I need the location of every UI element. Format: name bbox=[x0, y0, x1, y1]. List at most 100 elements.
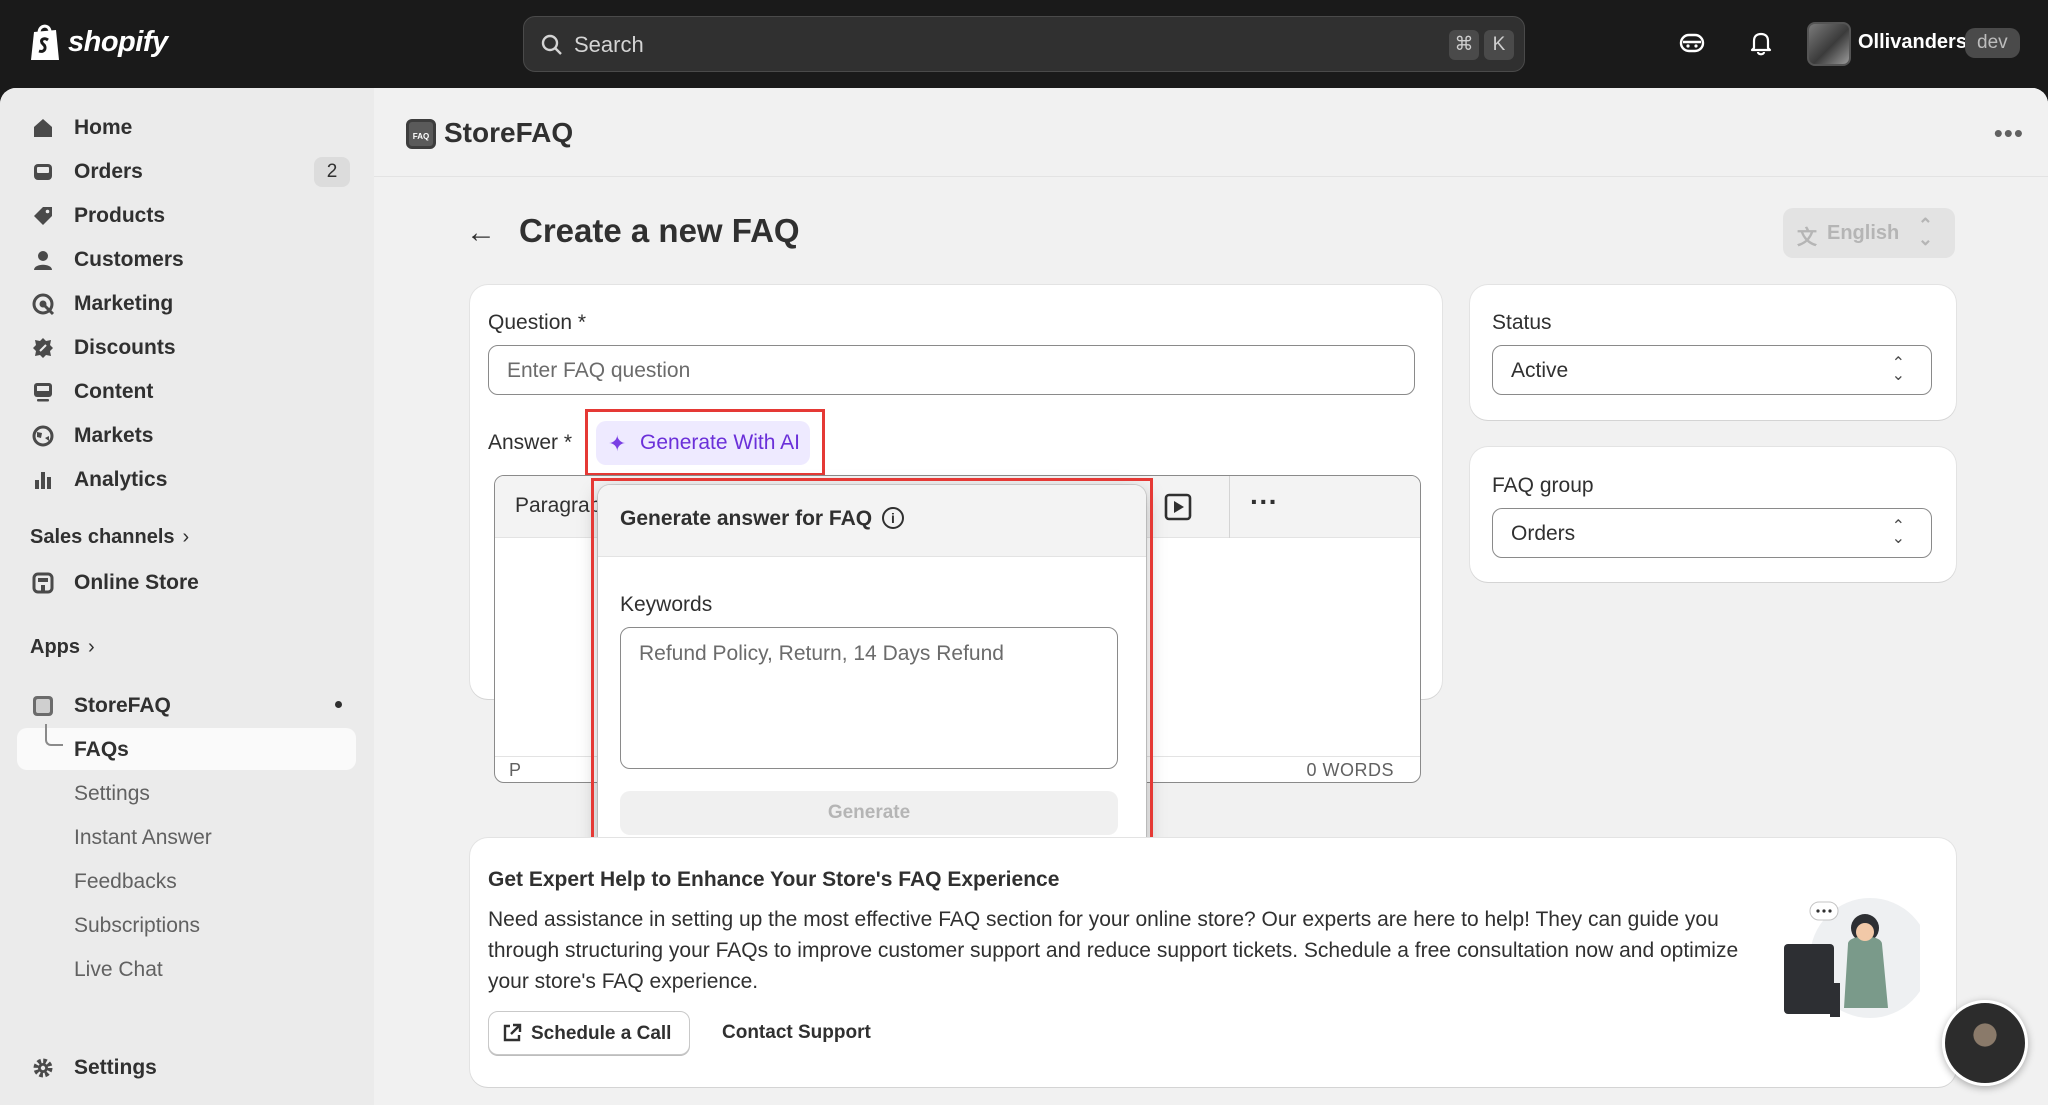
sidebar-item-content[interactable]: Content bbox=[17, 370, 356, 412]
sidebar-item-label: Marketing bbox=[74, 292, 174, 315]
sidebar-item-subscriptions[interactable]: Subscriptions bbox=[17, 904, 356, 946]
sidebar-item-storefaq[interactable]: StoreFAQ bbox=[17, 684, 356, 726]
sidebar-item-label: Orders bbox=[74, 160, 143, 183]
chevron-right-icon: › bbox=[88, 636, 95, 658]
admin-shell: Home Orders 2 Products Customers Marketi… bbox=[0, 88, 2048, 1105]
faq-group-value: Orders bbox=[1511, 522, 1576, 545]
sidebar-item-label: Products bbox=[74, 204, 166, 227]
sidebar-item-label: FAQs bbox=[74, 738, 129, 761]
more-tools-icon[interactable]: ··· bbox=[1250, 486, 1278, 518]
language-value: English bbox=[1827, 222, 1900, 244]
faq-group-select[interactable]: Orders ⌃ ⌄ bbox=[1492, 508, 1932, 558]
sidebar-item-settings[interactable]: Settings bbox=[17, 1046, 356, 1088]
sidebar-item-feedbacks[interactable]: Feedbacks bbox=[17, 860, 356, 902]
toolbar-divider bbox=[1229, 476, 1230, 538]
sidebar-item-analytics[interactable]: Analytics bbox=[17, 458, 356, 500]
sidebar-item-orders[interactable]: Orders 2 bbox=[17, 150, 356, 192]
faq-group-card: FAQ group Orders ⌃ ⌄ bbox=[1470, 447, 1956, 582]
storefaq-logo-icon: FAQ bbox=[406, 119, 436, 149]
app-header: FAQ StoreFAQ ••• bbox=[374, 88, 2048, 177]
orders-count-badge: 2 bbox=[314, 157, 350, 187]
sidebar-item-home[interactable]: Home bbox=[17, 106, 356, 148]
more-actions-icon[interactable]: ••• bbox=[1994, 118, 2024, 149]
bar-chart-icon bbox=[35, 472, 51, 489]
pinned-dot-icon bbox=[335, 701, 342, 708]
live-chat-avatar-button[interactable] bbox=[1942, 1000, 2028, 1086]
sidebar-item-label: Settings bbox=[74, 1056, 157, 1079]
apps-label: Apps bbox=[30, 636, 80, 658]
orders-icon bbox=[34, 164, 52, 180]
search-bar[interactable]: Search ⌘ K bbox=[523, 16, 1525, 72]
back-arrow-icon[interactable]: ← bbox=[466, 216, 496, 250]
sidebar-item-discounts[interactable]: Discounts bbox=[17, 326, 356, 368]
faq-group-label: FAQ group bbox=[1492, 474, 1594, 497]
store-name[interactable]: Ollivanders bbox=[1858, 31, 1967, 54]
external-link-icon bbox=[503, 1023, 522, 1042]
sidebar-item-label: Discounts bbox=[74, 336, 176, 359]
answer-label: Answer * bbox=[488, 431, 573, 454]
expert-help-body: Need assistance in setting up the most e… bbox=[488, 908, 1739, 993]
sidebar-item-markets[interactable]: Markets bbox=[17, 414, 356, 456]
translate-icon: 文 bbox=[1797, 227, 1817, 249]
select-arrows-icon: ⌃ ⌄ bbox=[1917, 215, 1933, 249]
top-bar: shopify Search ⌘ K Ollivanders dev bbox=[0, 0, 2048, 88]
sales-channels-label: Sales channels bbox=[30, 526, 175, 548]
sidebar-item-label: Home bbox=[74, 116, 133, 139]
sidebar-item-customers[interactable]: Customers bbox=[17, 238, 356, 280]
sidebar-item-label: Online Store bbox=[74, 571, 199, 594]
question-placeholder: Enter FAQ question bbox=[507, 359, 691, 382]
sidebar-item-label: Settings bbox=[74, 782, 150, 805]
schedule-call-button[interactable]: Schedule a Call bbox=[488, 1011, 690, 1055]
tag-icon bbox=[34, 207, 52, 225]
sidebar-item-label: Content bbox=[74, 380, 154, 403]
question-label: Question * bbox=[488, 311, 587, 334]
question-input[interactable]: Enter FAQ question bbox=[488, 345, 1415, 395]
highlight-box bbox=[585, 409, 825, 476]
sidebar-item-label: Markets bbox=[74, 424, 154, 447]
element-path: P bbox=[509, 760, 522, 780]
apps-heading[interactable]: Apps › bbox=[30, 636, 95, 659]
brand-wordmark: shopify bbox=[68, 25, 168, 58]
sidekick-icon[interactable] bbox=[1677, 28, 1707, 58]
sidebar-item-label: StoreFAQ bbox=[74, 694, 171, 717]
sidebar-item-online-store[interactable]: Online Store bbox=[17, 561, 356, 603]
home-icon bbox=[34, 119, 52, 137]
chevron-right-icon: › bbox=[182, 526, 190, 548]
bell-icon[interactable] bbox=[1746, 28, 1776, 58]
status-value: Active bbox=[1511, 359, 1569, 382]
sidebar-item-faqs[interactable]: FAQs bbox=[17, 724, 356, 770]
sidebar-item-label: Customers bbox=[74, 248, 184, 271]
insert-video-icon[interactable] bbox=[1163, 492, 1193, 522]
highlight-box bbox=[591, 478, 1153, 877]
sidebar-item-settings-sub[interactable]: Settings bbox=[17, 772, 356, 814]
search-icon bbox=[541, 34, 562, 55]
sidebar-item-label: Instant Answer bbox=[74, 826, 212, 849]
sidebar-item-products[interactable]: Products bbox=[17, 194, 356, 236]
language-selector[interactable]: 文 English ⌃ ⌄ bbox=[1783, 208, 1955, 258]
gear-icon bbox=[33, 1058, 53, 1078]
word-count: 0 WORDS bbox=[1306, 760, 1394, 780]
shopify-logo[interactable]: shopify bbox=[28, 22, 168, 62]
sidebar-item-live-chat[interactable]: Live Chat bbox=[17, 948, 356, 990]
status-select[interactable]: Active ⌃ ⌄ bbox=[1492, 345, 1932, 395]
select-arrows-icon: ⌃ ⌄ bbox=[1891, 355, 1905, 384]
shopify-bag-icon bbox=[31, 24, 59, 60]
sidebar-item-marketing[interactable]: Marketing bbox=[17, 282, 356, 324]
storefaq-app-icon bbox=[33, 696, 53, 716]
sales-channels-heading[interactable]: Sales channels › bbox=[30, 526, 189, 549]
sidebar-item-label: Feedbacks bbox=[74, 870, 177, 893]
tree-connector bbox=[45, 724, 63, 746]
sidebar-item-label: Analytics bbox=[74, 468, 168, 491]
target-icon bbox=[32, 293, 55, 316]
main-content: FAQ StoreFAQ ••• ← Create a new FAQ 文 En… bbox=[374, 88, 2048, 1105]
command-key-hint: ⌘ bbox=[1449, 30, 1479, 60]
select-arrows-icon: ⌃ ⌄ bbox=[1891, 518, 1905, 547]
sidebar-item-instant-answer[interactable]: Instant Answer bbox=[17, 816, 356, 858]
page-title: Create a new FAQ bbox=[519, 212, 800, 249]
expert-help-card: Get Expert Help to Enhance Your Store's … bbox=[470, 838, 1956, 1087]
store-avatar[interactable] bbox=[1807, 22, 1851, 66]
support-agent-illustration bbox=[1784, 898, 1920, 1018]
contact-support-link[interactable]: Contact Support bbox=[722, 1022, 871, 1044]
globe-icon bbox=[32, 425, 54, 447]
k-key-hint: K bbox=[1484, 30, 1514, 60]
